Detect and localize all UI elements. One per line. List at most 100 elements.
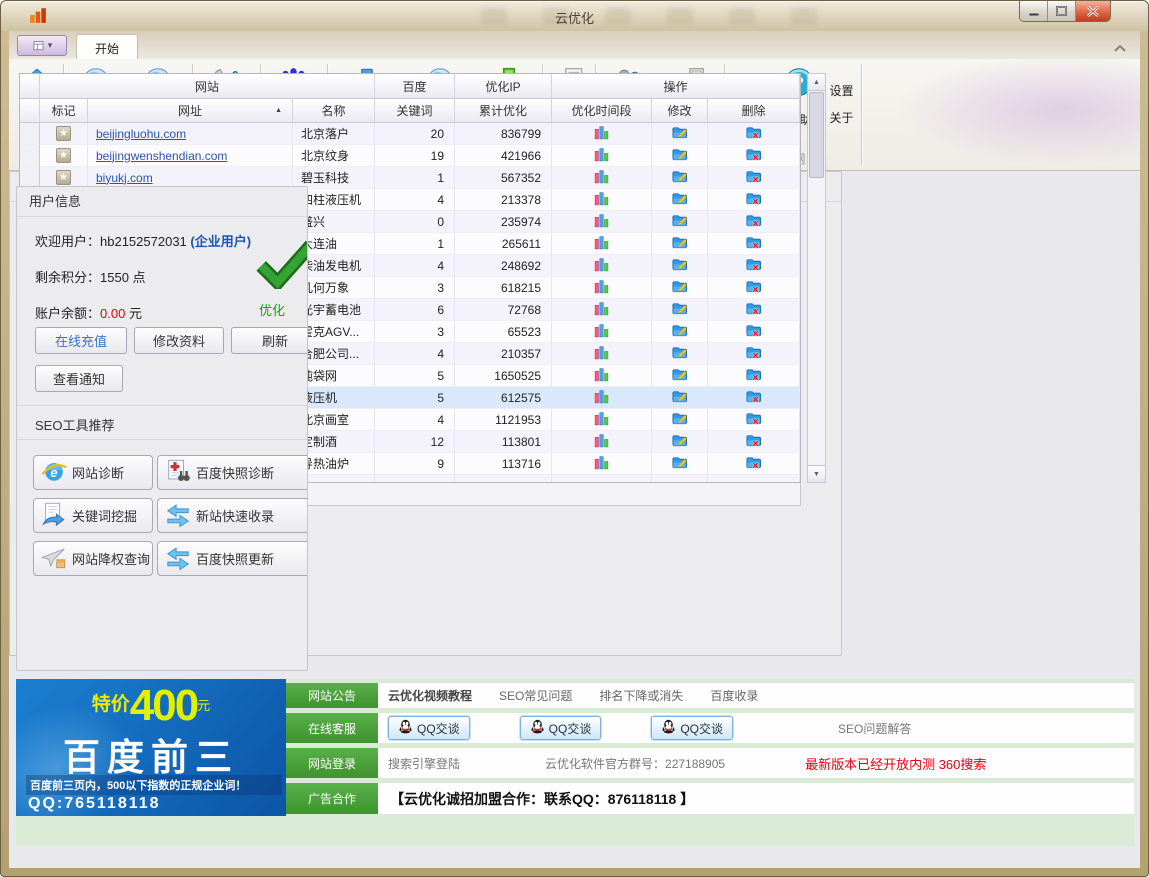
announcement-link[interactable]: 云优化视频教程: [388, 687, 472, 704]
delete-cell[interactable]: [708, 299, 800, 321]
delete-cell[interactable]: [708, 167, 800, 189]
edit-cell[interactable]: [652, 211, 708, 233]
seo-tool-button[interactable]: 关键词挖掘: [33, 498, 153, 533]
delete-folder-icon[interactable]: [746, 213, 761, 231]
delete-folder-icon[interactable]: [746, 411, 761, 429]
edit-cell[interactable]: [652, 277, 708, 299]
delete-cell[interactable]: [708, 387, 800, 409]
bar-chart-icon[interactable]: [594, 235, 609, 253]
site-url-link[interactable]: biyukj.com: [88, 171, 153, 185]
scrollbar-thumb[interactable]: [809, 92, 824, 178]
app-menu-button[interactable]: ▾: [17, 35, 67, 56]
delete-cell[interactable]: [708, 453, 800, 475]
delete-cell[interactable]: [708, 189, 800, 211]
star-unmarked-icon[interactable]: ★: [56, 148, 71, 163]
announcement-link[interactable]: 百度收录: [710, 687, 758, 704]
time-chart-cell[interactable]: [552, 123, 652, 145]
edit-folder-icon[interactable]: [672, 433, 687, 451]
bar-chart-icon[interactable]: [594, 323, 609, 341]
time-chart-cell[interactable]: [552, 475, 652, 483]
time-chart-cell[interactable]: [552, 189, 652, 211]
delete-folder-icon[interactable]: [746, 345, 761, 363]
scroll-down-arrow-icon[interactable]: ▼: [808, 465, 825, 482]
qq-chat-button[interactable]: QQ交谈: [651, 716, 733, 740]
table-row[interactable]: ★beijingwenshendian.com北京纹身19421966: [20, 145, 800, 167]
edit-cell[interactable]: [652, 453, 708, 475]
bar-chart-icon[interactable]: [594, 125, 609, 143]
edit-folder-icon[interactable]: [672, 191, 687, 209]
delete-cell[interactable]: [708, 145, 800, 167]
bar-chart-icon[interactable]: [594, 367, 609, 385]
delete-cell[interactable]: [708, 321, 800, 343]
bar-chart-icon[interactable]: [594, 345, 609, 363]
table-row[interactable]: ★beijingluohu.com北京落户20836799: [20, 123, 800, 145]
edit-cell[interactable]: [652, 189, 708, 211]
bar-chart-icon[interactable]: [594, 389, 609, 407]
edit-cell[interactable]: [652, 475, 708, 483]
edit-cell[interactable]: [652, 409, 708, 431]
delete-cell[interactable]: [708, 277, 800, 299]
edit-cell[interactable]: [652, 387, 708, 409]
time-chart-cell[interactable]: [552, 387, 652, 409]
delete-folder-icon[interactable]: [746, 191, 761, 209]
column-header[interactable]: 网址▲: [88, 99, 293, 123]
bar-chart-icon[interactable]: [594, 411, 609, 429]
edit-folder-icon[interactable]: [672, 235, 687, 253]
edit-cell[interactable]: [652, 343, 708, 365]
edit-cell[interactable]: [652, 365, 708, 387]
delete-cell[interactable]: [708, 409, 800, 431]
seo-answer-link[interactable]: SEO问题解答: [838, 720, 911, 737]
delete-folder-icon[interactable]: [746, 125, 761, 143]
delete-cell[interactable]: [708, 211, 800, 233]
edit-folder-icon[interactable]: [672, 213, 687, 231]
edit-cell[interactable]: [652, 321, 708, 343]
qq-chat-button[interactable]: QQ交谈: [388, 716, 470, 740]
time-chart-cell[interactable]: [552, 299, 652, 321]
delete-folder-icon[interactable]: [746, 389, 761, 407]
ribbon-collapse-chevron-icon[interactable]: [1114, 39, 1126, 57]
announcement-link[interactable]: 排名下降或消失: [599, 687, 683, 704]
bar-chart-icon[interactable]: [594, 147, 609, 165]
time-chart-cell[interactable]: [552, 233, 652, 255]
minimize-button[interactable]: [1020, 1, 1048, 21]
edit-folder-icon[interactable]: [672, 367, 687, 385]
edit-folder-icon[interactable]: [672, 389, 687, 407]
edit-cell[interactable]: [652, 123, 708, 145]
delete-cell[interactable]: [708, 431, 800, 453]
column-header[interactable]: 名称: [293, 99, 375, 123]
vertical-scrollbar[interactable]: ▲ ▼: [807, 73, 826, 483]
delete-cell[interactable]: [708, 233, 800, 255]
close-button[interactable]: [1076, 1, 1110, 21]
search-engine-login-link[interactable]: 搜索引擎登陆: [388, 755, 460, 772]
time-chart-cell[interactable]: [552, 343, 652, 365]
bar-chart-icon[interactable]: [594, 213, 609, 231]
delete-cell[interactable]: [708, 475, 800, 483]
bar-chart-icon[interactable]: [594, 257, 609, 275]
time-chart-cell[interactable]: [552, 145, 652, 167]
site-url-link[interactable]: beijingwenshendian.com: [88, 149, 227, 163]
ribbon-small-button[interactable]: 关于: [829, 109, 853, 126]
time-chart-cell[interactable]: [552, 167, 652, 189]
edit-cell[interactable]: [652, 233, 708, 255]
column-header[interactable]: 关键词: [375, 99, 455, 123]
time-chart-cell[interactable]: [552, 321, 652, 343]
edit-cell[interactable]: [652, 431, 708, 453]
seo-tool-button[interactable]: 百度快照诊断: [157, 455, 308, 490]
ribbon-small-button[interactable]: 设置: [829, 82, 853, 99]
maximize-button[interactable]: [1048, 1, 1076, 21]
qq-chat-button[interactable]: QQ交谈: [520, 716, 602, 740]
bar-chart-icon[interactable]: [594, 301, 609, 319]
edit-cell[interactable]: [652, 167, 708, 189]
time-chart-cell[interactable]: [552, 431, 652, 453]
delete-folder-icon[interactable]: [746, 147, 761, 165]
edit-profile-button[interactable]: 修改资料: [134, 327, 224, 354]
bar-chart-icon[interactable]: [594, 191, 609, 209]
seo-tool-button[interactable]: e网站诊断: [33, 455, 153, 490]
delete-folder-icon[interactable]: [746, 323, 761, 341]
delete-cell[interactable]: [708, 365, 800, 387]
seo-tool-button[interactable]: 新站快速收录: [157, 498, 308, 533]
view-notice-button[interactable]: 查看通知: [35, 365, 123, 392]
delete-cell[interactable]: [708, 255, 800, 277]
edit-folder-icon[interactable]: [672, 323, 687, 341]
delete-folder-icon[interactable]: [746, 367, 761, 385]
